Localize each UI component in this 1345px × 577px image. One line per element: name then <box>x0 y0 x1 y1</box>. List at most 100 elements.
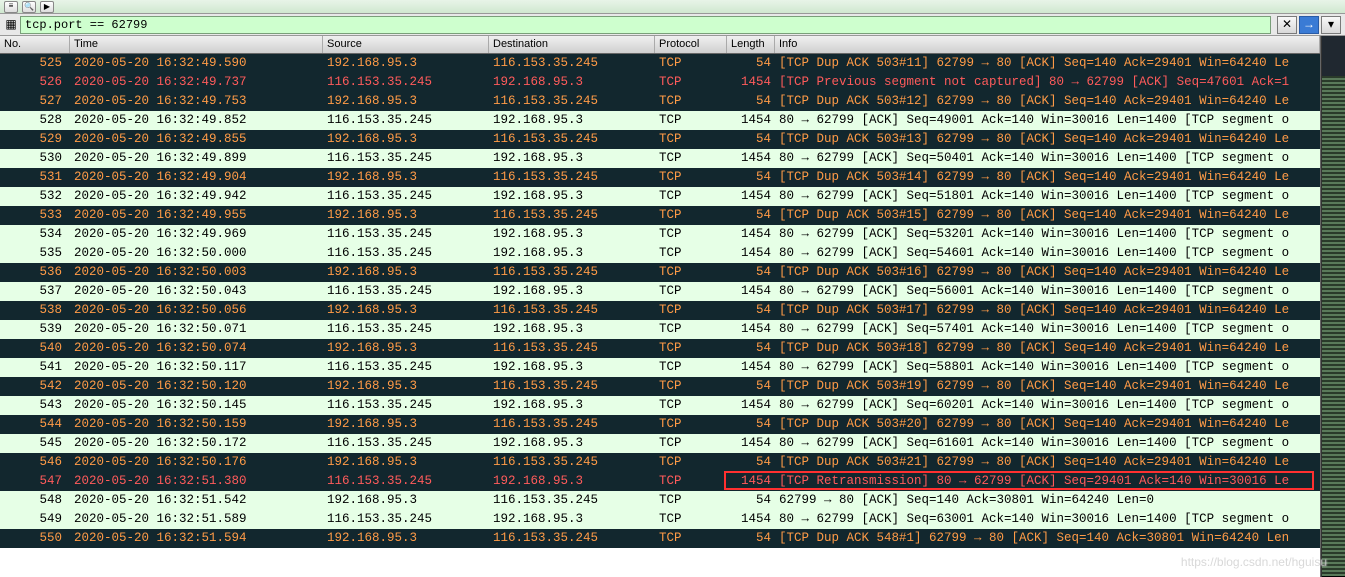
table-row[interactable]: 5282020-05-20 16:32:49.852116.153.35.245… <box>0 111 1320 130</box>
toolbar-icon-1[interactable]: ≡ <box>4 1 18 13</box>
table-row[interactable]: 5502020-05-20 16:32:51.594192.168.95.311… <box>0 529 1320 548</box>
cell-src: 192.168.95.3 <box>323 263 489 282</box>
cell-dst: 116.153.35.245 <box>489 263 655 282</box>
table-row[interactable]: 5392020-05-20 16:32:50.071116.153.35.245… <box>0 320 1320 339</box>
cell-info: [TCP Dup ACK 503#16] 62799 → 80 [ACK] Se… <box>775 263 1320 282</box>
table-row[interactable]: 5272020-05-20 16:32:49.753192.168.95.311… <box>0 92 1320 111</box>
table-row[interactable]: 5302020-05-20 16:32:49.899116.153.35.245… <box>0 149 1320 168</box>
cell-info: 80 → 62799 [ACK] Seq=50401 Ack=140 Win=3… <box>775 149 1320 168</box>
toolbar: ≡ 🔍 ▶ <box>0 0 1345 14</box>
bookmark-icon[interactable]: ▦ <box>4 18 18 32</box>
table-row[interactable]: 5342020-05-20 16:32:49.969116.153.35.245… <box>0 225 1320 244</box>
watermark: https://blog.csdn.net/hguisu <box>1181 555 1327 569</box>
table-row[interactable]: 5472020-05-20 16:32:51.380116.153.35.245… <box>0 472 1320 491</box>
toolbar-icon-3[interactable]: ▶ <box>40 1 54 13</box>
cell-time: 2020-05-20 16:32:49.852 <box>70 111 323 130</box>
cell-dst: 192.168.95.3 <box>489 434 655 453</box>
table-row[interactable]: 5442020-05-20 16:32:50.159192.168.95.311… <box>0 415 1320 434</box>
cell-no: 526 <box>0 73 70 92</box>
header-source[interactable]: Source <box>323 36 489 53</box>
cell-len: 54 <box>727 377 775 396</box>
header-info[interactable]: Info <box>775 36 1320 53</box>
cell-len: 54 <box>727 301 775 320</box>
table-row[interactable]: 5402020-05-20 16:32:50.074192.168.95.311… <box>0 339 1320 358</box>
header-time[interactable]: Time <box>70 36 323 53</box>
cell-len: 54 <box>727 263 775 282</box>
cell-proto: TCP <box>655 434 727 453</box>
table-row[interactable]: 5462020-05-20 16:32:50.176192.168.95.311… <box>0 453 1320 472</box>
table-row[interactable]: 5492020-05-20 16:32:51.589116.153.35.245… <box>0 510 1320 529</box>
cell-no: 539 <box>0 320 70 339</box>
cell-dst: 116.153.35.245 <box>489 453 655 472</box>
table-row[interactable]: 5262020-05-20 16:32:49.737116.153.35.245… <box>0 73 1320 92</box>
table-row[interactable]: 5452020-05-20 16:32:50.172116.153.35.245… <box>0 434 1320 453</box>
scroll-minimap[interactable] <box>1321 36 1345 577</box>
cell-src: 116.153.35.245 <box>323 225 489 244</box>
cell-no: 546 <box>0 453 70 472</box>
header-protocol[interactable]: Protocol <box>655 36 727 53</box>
cell-info: 80 → 62799 [ACK] Seq=56001 Ack=140 Win=3… <box>775 282 1320 301</box>
apply-filter-button[interactable]: → <box>1299 16 1319 34</box>
header-length[interactable]: Length <box>727 36 775 53</box>
cell-time: 2020-05-20 16:32:50.000 <box>70 244 323 263</box>
cell-proto: TCP <box>655 510 727 529</box>
cell-time: 2020-05-20 16:32:49.753 <box>70 92 323 111</box>
table-row[interactable]: 5372020-05-20 16:32:50.043116.153.35.245… <box>0 282 1320 301</box>
cell-time: 2020-05-20 16:32:51.594 <box>70 529 323 548</box>
cell-src: 192.168.95.3 <box>323 206 489 225</box>
display-filter-input[interactable] <box>20 16 1271 34</box>
cell-len: 1454 <box>727 149 775 168</box>
filter-dropdown-button[interactable]: ▾ <box>1321 16 1341 34</box>
table-row[interactable]: 5422020-05-20 16:32:50.120192.168.95.311… <box>0 377 1320 396</box>
table-row[interactable]: 5332020-05-20 16:32:49.955192.168.95.311… <box>0 206 1320 225</box>
cell-dst: 116.153.35.245 <box>489 529 655 548</box>
cell-len: 54 <box>727 54 775 73</box>
cell-no: 528 <box>0 111 70 130</box>
cell-dst: 192.168.95.3 <box>489 358 655 377</box>
table-row[interactable]: 5252020-05-20 16:32:49.590192.168.95.311… <box>0 54 1320 73</box>
cell-time: 2020-05-20 16:32:50.159 <box>70 415 323 434</box>
clear-filter-button[interactable]: ✕ <box>1277 16 1297 34</box>
cell-info: 80 → 62799 [ACK] Seq=53201 Ack=140 Win=3… <box>775 225 1320 244</box>
cell-no: 545 <box>0 434 70 453</box>
cell-len: 54 <box>727 168 775 187</box>
table-row[interactable]: 5352020-05-20 16:32:50.000116.153.35.245… <box>0 244 1320 263</box>
cell-proto: TCP <box>655 529 727 548</box>
cell-src: 192.168.95.3 <box>323 130 489 149</box>
header-no[interactable]: No. <box>0 36 70 53</box>
cell-src: 116.153.35.245 <box>323 320 489 339</box>
cell-info: [TCP Dup ACK 503#11] 62799 → 80 [ACK] Se… <box>775 54 1320 73</box>
toolbar-icon-2[interactable]: 🔍 <box>22 1 36 13</box>
cell-no: 527 <box>0 92 70 111</box>
cell-info: [TCP Dup ACK 503#12] 62799 → 80 [ACK] Se… <box>775 92 1320 111</box>
table-row[interactable]: 5362020-05-20 16:32:50.003192.168.95.311… <box>0 263 1320 282</box>
table-row[interactable]: 5322020-05-20 16:32:49.942116.153.35.245… <box>0 187 1320 206</box>
cell-info: [TCP Dup ACK 503#18] 62799 → 80 [ACK] Se… <box>775 339 1320 358</box>
cell-no: 538 <box>0 301 70 320</box>
cell-time: 2020-05-20 16:32:50.043 <box>70 282 323 301</box>
table-row[interactable]: 5292020-05-20 16:32:49.855192.168.95.311… <box>0 130 1320 149</box>
cell-no: 535 <box>0 244 70 263</box>
table-row[interactable]: 5432020-05-20 16:32:50.145116.153.35.245… <box>0 396 1320 415</box>
cell-dst: 192.168.95.3 <box>489 244 655 263</box>
cell-time: 2020-05-20 16:32:50.120 <box>70 377 323 396</box>
table-row[interactable]: 5382020-05-20 16:32:50.056192.168.95.311… <box>0 301 1320 320</box>
cell-src: 116.153.35.245 <box>323 244 489 263</box>
header-destination[interactable]: Destination <box>489 36 655 53</box>
cell-no: 532 <box>0 187 70 206</box>
cell-proto: TCP <box>655 491 727 510</box>
cell-info: 80 → 62799 [ACK] Seq=49001 Ack=140 Win=3… <box>775 111 1320 130</box>
cell-dst: 192.168.95.3 <box>489 225 655 244</box>
cell-src: 192.168.95.3 <box>323 491 489 510</box>
cell-no: 541 <box>0 358 70 377</box>
cell-no: 550 <box>0 529 70 548</box>
packet-rows: 5252020-05-20 16:32:49.590192.168.95.311… <box>0 54 1320 548</box>
cell-info: 80 → 62799 [ACK] Seq=61601 Ack=140 Win=3… <box>775 434 1320 453</box>
table-row[interactable]: 5412020-05-20 16:32:50.117116.153.35.245… <box>0 358 1320 377</box>
table-row[interactable]: 5482020-05-20 16:32:51.542192.168.95.311… <box>0 491 1320 510</box>
cell-time: 2020-05-20 16:32:50.176 <box>70 453 323 472</box>
table-row[interactable]: 5312020-05-20 16:32:49.904192.168.95.311… <box>0 168 1320 187</box>
cell-info: [TCP Dup ACK 503#14] 62799 → 80 [ACK] Se… <box>775 168 1320 187</box>
cell-proto: TCP <box>655 263 727 282</box>
cell-len: 1454 <box>727 358 775 377</box>
